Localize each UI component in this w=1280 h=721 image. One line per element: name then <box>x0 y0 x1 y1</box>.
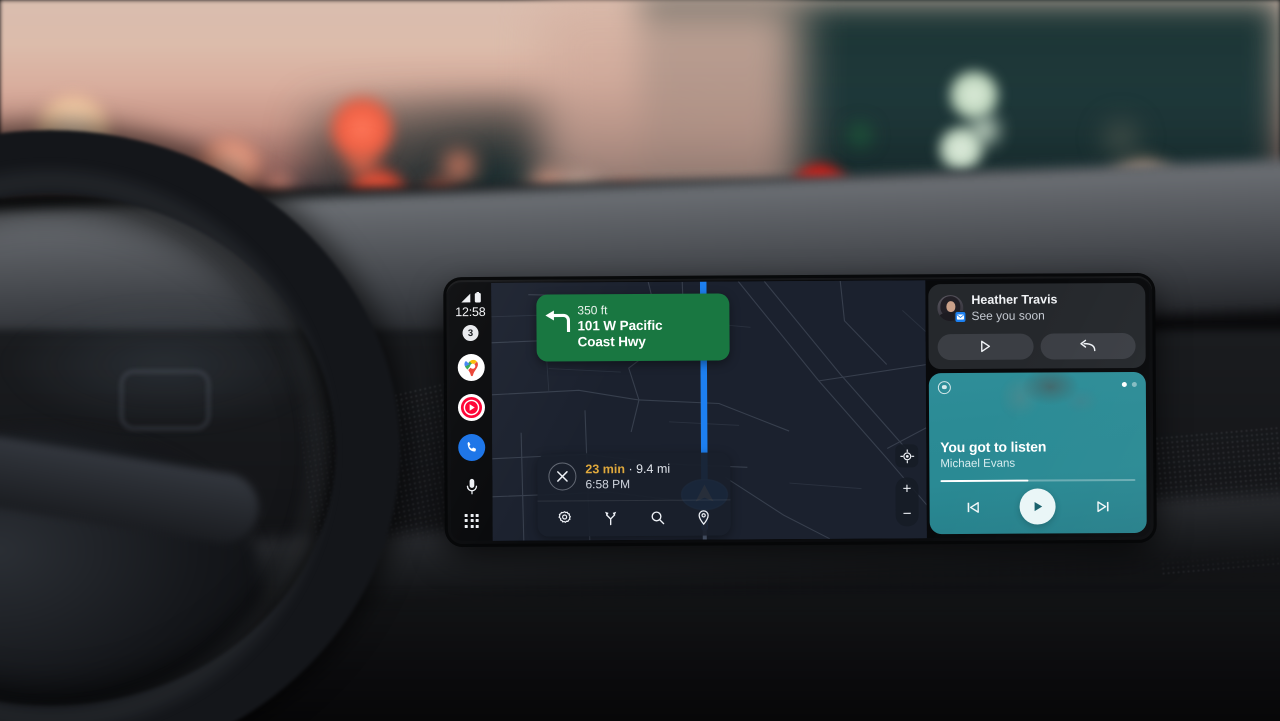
message-text-block: Heather Travis See you soon <box>971 292 1057 323</box>
sidebar-item-google-maps[interactable] <box>457 353 485 382</box>
route-fork-icon <box>605 511 617 526</box>
sidebar-item-youtube-music[interactable] <box>457 393 485 422</box>
cellular-signal-icon <box>460 293 471 303</box>
avatar-face <box>945 301 955 313</box>
eta-separator: · <box>624 461 637 476</box>
turn-left-icon <box>544 310 571 337</box>
zoom-out-button[interactable]: − <box>903 505 912 522</box>
youtube-music-icon <box>460 396 482 419</box>
phone-icon <box>467 441 476 452</box>
navigation-banner: 350 ft 101 W Pacific Coast Hwy <box>536 293 730 362</box>
search-button[interactable] <box>644 507 670 529</box>
steering-wheel-badge <box>120 370 210 430</box>
gear-icon <box>558 511 572 523</box>
battery-icon <box>474 291 481 303</box>
bokeh-light <box>340 140 384 184</box>
end-navigation-button[interactable] <box>548 462 577 491</box>
zoom-in-button[interactable]: + <box>903 480 912 497</box>
app-grid-icon <box>464 513 479 529</box>
media-player-card[interactable]: You got to listen Michael Evans <box>928 371 1147 535</box>
bokeh-light <box>436 144 482 188</box>
map-controls: + − <box>895 444 919 527</box>
map-toolbar <box>537 499 731 537</box>
system-sidebar: 12:58 3 <box>449 282 493 542</box>
play-button[interactable] <box>1019 488 1057 525</box>
next-track-button[interactable] <box>1090 493 1116 519</box>
bokeh-light <box>846 120 874 150</box>
message-notification-card[interactable]: Heather Travis See you soon <box>928 282 1146 369</box>
album-art <box>928 371 1147 429</box>
message-actions <box>937 332 1136 360</box>
alternate-routes-button[interactable] <box>598 507 624 529</box>
media-source-icon <box>937 380 951 394</box>
sidebar-item-app-grid[interactable] <box>464 513 479 529</box>
infotainment-screen: 12:58 3 350 ft 101 W Pacific Coast Hwy 2… <box>446 275 1154 545</box>
skip-next-icon <box>1096 500 1109 512</box>
media-controls <box>929 481 1146 534</box>
eta-arrival-time: 6:58 PM <box>585 476 631 491</box>
play-message-button[interactable] <box>937 333 1034 360</box>
sidebar-item-assistant-mic[interactable] <box>465 478 478 501</box>
track-artist: Michael Evans <box>940 457 1016 470</box>
play-icon <box>1035 501 1043 512</box>
navigation-text: 350 ft 101 W Pacific Coast Hwy <box>577 303 662 351</box>
reply-arrow-icon <box>1080 339 1096 352</box>
eta-primary: 23 min · 9.4 mi <box>585 460 670 477</box>
page-dot <box>1131 381 1137 387</box>
recenter-icon <box>899 448 914 463</box>
status-row <box>460 291 481 303</box>
message-preview: See you soon <box>971 308 1045 323</box>
message-sender: Heather Travis <box>971 292 1058 307</box>
messages-icon <box>954 311 967 324</box>
google-maps-icon <box>464 359 478 376</box>
status-clock: 12:58 <box>455 304 486 320</box>
street-name-line2: Coast Hwy <box>577 334 646 350</box>
previous-track-button[interactable] <box>960 494 986 520</box>
media-info: You got to listen Michael Evans <box>929 438 1146 483</box>
eta-card: 23 min · 9.4 mi 6:58 PM <box>537 452 731 537</box>
sidebar-item-phone[interactable] <box>457 433 485 462</box>
eta-duration: 23 min <box>585 461 626 476</box>
reply-message-button[interactable] <box>1040 332 1136 360</box>
bokeh-light <box>962 108 1006 152</box>
place-pin-icon <box>698 510 709 526</box>
skip-previous-icon <box>967 501 980 513</box>
eta-info: 23 min · 9.4 mi 6:58 PM <box>585 460 670 492</box>
destination-button[interactable] <box>690 507 716 529</box>
right-panel: Heather Travis See you soon You got to l… <box>925 278 1151 539</box>
close-icon <box>557 471 568 483</box>
page-dot-active <box>1121 381 1127 387</box>
notification-badge[interactable]: 3 <box>462 324 479 342</box>
avatar <box>937 295 967 324</box>
recenter-button[interactable] <box>895 444 919 468</box>
map-view[interactable]: 350 ft 101 W Pacific Coast Hwy 23 min · … <box>491 280 927 541</box>
microphone-icon <box>466 478 477 495</box>
settings-button[interactable] <box>552 507 578 529</box>
search-icon <box>651 511 664 525</box>
page-indicator <box>1121 381 1137 387</box>
street-name-line1: 101 W Pacific <box>577 317 663 333</box>
track-title: You got to listen <box>940 438 1047 456</box>
maneuver-distance: 350 ft <box>577 303 608 318</box>
play-icon <box>981 340 991 353</box>
bokeh-light <box>1096 112 1146 164</box>
zoom-controls: + − <box>895 477 919 527</box>
eta-distance: 9.4 mi <box>636 461 671 476</box>
